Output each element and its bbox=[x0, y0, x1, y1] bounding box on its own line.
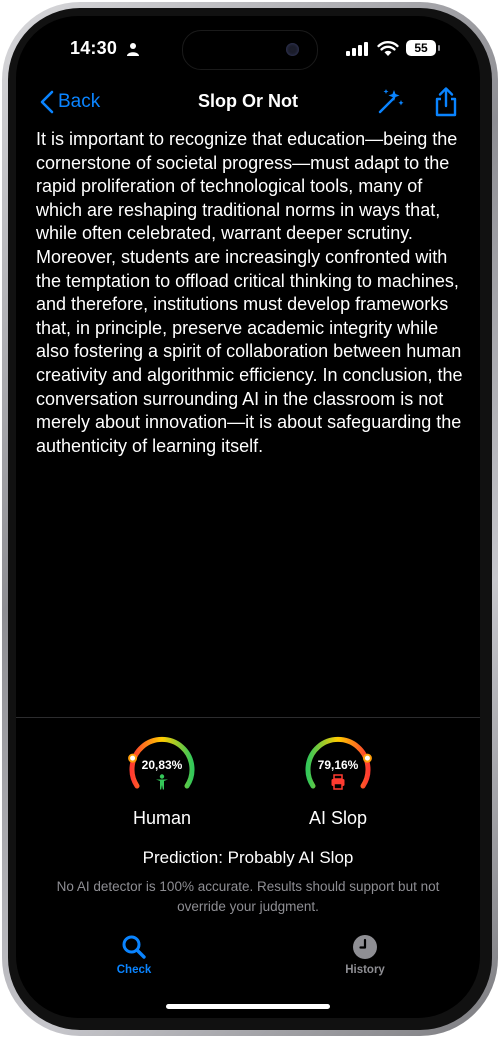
magic-wand-icon[interactable] bbox=[376, 88, 404, 116]
page-title: Slop Or Not bbox=[198, 91, 298, 111]
home-indicator bbox=[166, 1004, 330, 1009]
results-divider bbox=[16, 717, 480, 718]
search-icon bbox=[122, 935, 146, 959]
printer-icon bbox=[331, 774, 345, 790]
disclaimer-text: No AI detector is 100% accurate. Results… bbox=[56, 879, 440, 914]
clock-icon bbox=[353, 935, 377, 959]
ai-slop-label: AI Slop bbox=[308, 808, 368, 828]
wifi-icon bbox=[377, 41, 399, 56]
navigation-bar: Back Slop Or Not bbox=[16, 86, 480, 118]
person-status-icon bbox=[127, 43, 139, 56]
share-icon[interactable] bbox=[432, 86, 460, 118]
person-icon bbox=[156, 774, 168, 790]
tab-history[interactable]: History bbox=[325, 934, 405, 976]
tab-check[interactable]: Check bbox=[94, 934, 174, 976]
prediction-text: Prediction: Probably AI Slop bbox=[142, 848, 354, 867]
cellular-signal-icon bbox=[346, 42, 368, 56]
tab-check-label: Check bbox=[116, 964, 152, 976]
human-percentage: 20,83% bbox=[141, 758, 183, 772]
human-label: Human bbox=[132, 808, 192, 828]
status-time: 14:30 bbox=[70, 38, 118, 58]
tab-bar: Check History bbox=[16, 934, 480, 994]
app-screen: 14:30 55 Back Slop Or Not It is importan… bbox=[16, 16, 480, 1018]
essay-text[interactable]: It is important to recognize that educat… bbox=[36, 128, 468, 458]
ai-slop-percentage: 79,16% bbox=[317, 758, 359, 772]
tab-history-label: History bbox=[345, 964, 385, 976]
ai-slop-gauge: 79,16% AI Slop bbox=[298, 724, 378, 829]
battery-indicator: 55 bbox=[406, 40, 436, 56]
status-bar: 14:30 55 bbox=[16, 36, 480, 62]
battery-tip bbox=[438, 45, 440, 51]
human-gauge: 20,83% Human bbox=[122, 724, 202, 829]
